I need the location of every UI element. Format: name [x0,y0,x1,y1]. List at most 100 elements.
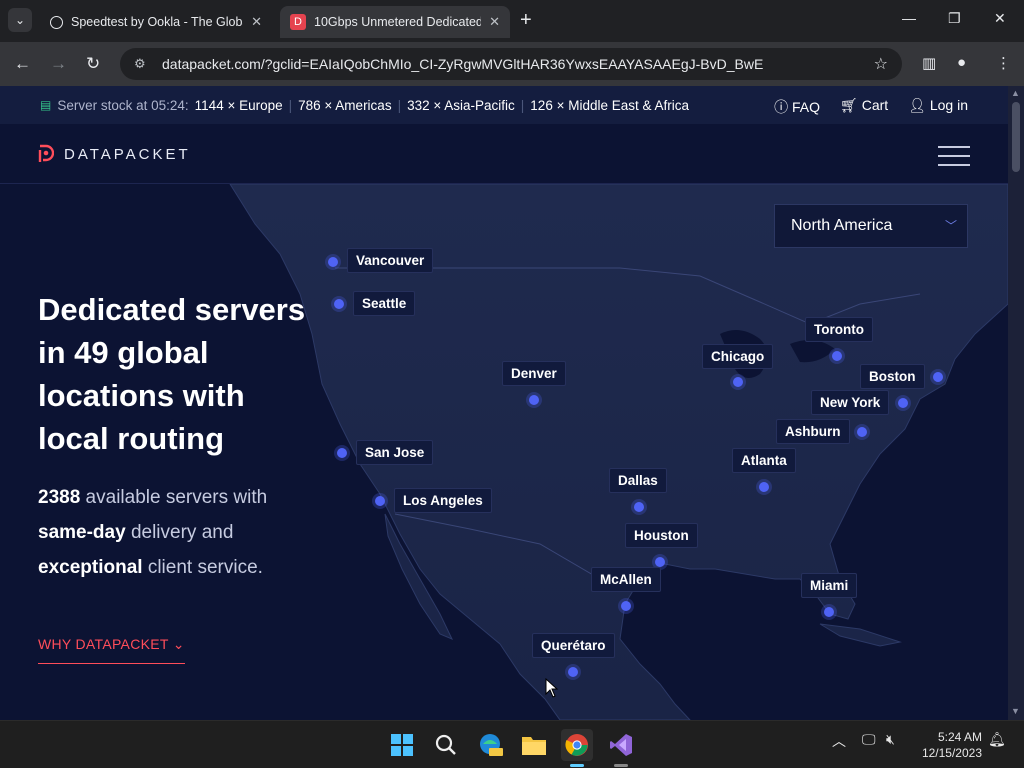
server-stock-bar: ▤ Server stock at 05:24: 1144 × Europe |… [0,86,1008,124]
location-dot-san-jose[interactable] [337,448,347,458]
city-label-chicago[interactable]: Chicago [702,344,774,369]
volume-muted-icon[interactable]: 🔇︎ [886,731,895,748]
question-icon: ⓘ [774,99,789,115]
location-dot-dallas[interactable] [634,502,644,512]
location-dot-vancouver[interactable] [328,257,338,267]
stock-europe: 1144 × Europe [194,97,283,113]
why-datapacket-link[interactable]: WHY DATAPACKET ⌄ [38,636,185,664]
city-label-san-jose[interactable]: San Jose [356,440,434,465]
location-dot-mcallen[interactable] [621,601,631,611]
site-settings-icon[interactable]: ⚙ [134,56,152,72]
city-label-ashburn[interactable]: Ashburn [776,419,850,444]
cart-icon: 🛒︎ [840,97,858,113]
forward-button[interactable]: → [50,54,67,74]
city-label-new-york[interactable]: New York [811,390,890,415]
system-clock[interactable]: 5:24 AM 12/15/2023 [918,729,982,761]
menu-kebab-icon[interactable]: ⋮ [996,54,1011,72]
file-explorer-app[interactable] [518,729,550,761]
start-button[interactable] [386,729,418,761]
cuba-island [819,623,902,647]
city-label-toronto[interactable]: Toronto [805,317,873,342]
app-indicator [614,764,628,767]
tab-speedtest[interactable]: Speedtest by Ookla - The Global ✕ [40,6,272,38]
tab-title: 10Gbps Unmetered Dedicated [314,15,482,29]
hero-headline: Dedicated servers in 49 global locations… [38,292,306,456]
city-label-mcallen[interactable]: McAllen [591,567,661,592]
search-button[interactable] [430,729,462,761]
scroll-up-icon[interactable]: ▲ [1011,88,1020,98]
location-dot-boston[interactable] [933,372,943,382]
login-link[interactable]: 👤︎ Log in [908,97,968,117]
city-label-dallas[interactable]: Dallas [609,468,667,493]
city-label-denver[interactable]: Denver [502,361,566,386]
tab-search-button[interactable]: ⌄ [8,8,32,32]
visual-studio-icon [610,734,632,756]
edge-beta-app[interactable] [474,729,506,761]
site-logo[interactable]: DATAPACKET [38,144,191,164]
sub-bold: same-day [38,522,126,543]
city-label-vancouver[interactable]: Vancouver [347,248,434,273]
reload-button[interactable]: ↻ [86,54,100,74]
address-bar[interactable]: ⚙ datapacket.com/?gclid=EAIaIQobChMIo_CI… [120,48,902,80]
location-dot-toronto[interactable] [832,351,842,361]
close-tab-icon[interactable]: ✕ [489,14,500,30]
stock-americas: 786 × Americas [298,97,392,113]
minimize-button[interactable]: — [902,10,916,26]
network-icon[interactable]: 🖵︎ [862,731,876,748]
cart-link[interactable]: 🛒︎ Cart [840,97,888,117]
edge-pre-icon [480,734,503,756]
location-dot-houston[interactable] [655,557,665,567]
restore-button[interactable]: ❐ [948,10,961,27]
location-dot-denver[interactable] [529,395,539,405]
new-tab-button[interactable]: + [520,8,532,32]
location-dot-ashburn[interactable] [857,427,867,437]
region-select[interactable]: North America ﹀ [774,204,968,248]
scrollbar-thumb[interactable] [1012,102,1020,172]
server-count: 2388 [38,487,81,508]
location-dot-new-york[interactable] [898,398,908,408]
profile-icon[interactable]: ● [957,54,966,71]
location-dot-chicago[interactable] [733,377,743,387]
search-icon [435,734,456,755]
city-label-queretaro[interactable]: Querétaro [532,633,615,658]
location-dot-los-angeles[interactable] [375,496,385,506]
tray-overflow-chevron-icon[interactable]: ︿ [832,731,846,751]
faq-link[interactable]: ⓘ FAQ [774,97,820,117]
chevron-down-icon: ⌄ [172,636,185,652]
location-dot-atlanta[interactable] [759,482,769,492]
city-label-houston[interactable]: Houston [625,523,698,548]
city-label-atlanta[interactable]: Atlanta [732,448,796,473]
windows-logo-icon [391,734,413,756]
side-panel-icon[interactable]: ▥ [922,54,936,72]
location-dot-miami[interactable] [824,607,834,617]
browser-tabstrip: ⌄ Speedtest by Ookla - The Global ✕ D 10… [0,0,1024,42]
close-window-button[interactable]: ✕ [994,10,1006,27]
location-dot-queretaro[interactable] [568,667,578,677]
bookmark-star-icon[interactable]: ☆ [874,54,888,74]
notification-bell-icon[interactable]: 🔔︎ [988,731,1006,748]
page-scrollbar[interactable]: ▲ ▼ [1008,86,1024,720]
clock-date: 12/15/2023 [921,746,982,760]
stock-mea: 126 × Middle East & Africa [530,97,690,113]
chrome-app[interactable] [561,729,593,761]
login-label: Log in [929,97,968,113]
speedtest-favicon-icon [50,15,63,29]
sub-bold: exceptional [38,557,143,578]
back-button[interactable]: ← [14,54,31,74]
city-label-los-angeles[interactable]: Los Angeles [394,488,492,513]
active-app-indicator [570,764,584,767]
city-label-boston[interactable]: Boston [860,364,925,389]
city-label-miami[interactable]: Miami [801,573,858,598]
hamburger-menu-button[interactable] [938,146,970,173]
location-dot-seattle[interactable] [334,299,344,309]
datapacket-logo-icon [38,144,54,162]
scroll-down-icon[interactable]: ▼ [1011,706,1020,716]
chevron-down-icon: ﹀ [944,219,957,233]
tab-datapacket[interactable]: D 10Gbps Unmetered Dedicated ✕ [280,6,510,38]
hero-section: Dedicated servers in 49 global locations… [0,184,1008,720]
cart-label: Cart [861,97,889,113]
close-tab-icon[interactable]: ✕ [251,14,262,30]
visual-studio-app[interactable] [605,729,637,761]
stock-prefix: Server stock at 05:24: [57,97,189,113]
city-label-seattle[interactable]: Seattle [353,291,416,316]
